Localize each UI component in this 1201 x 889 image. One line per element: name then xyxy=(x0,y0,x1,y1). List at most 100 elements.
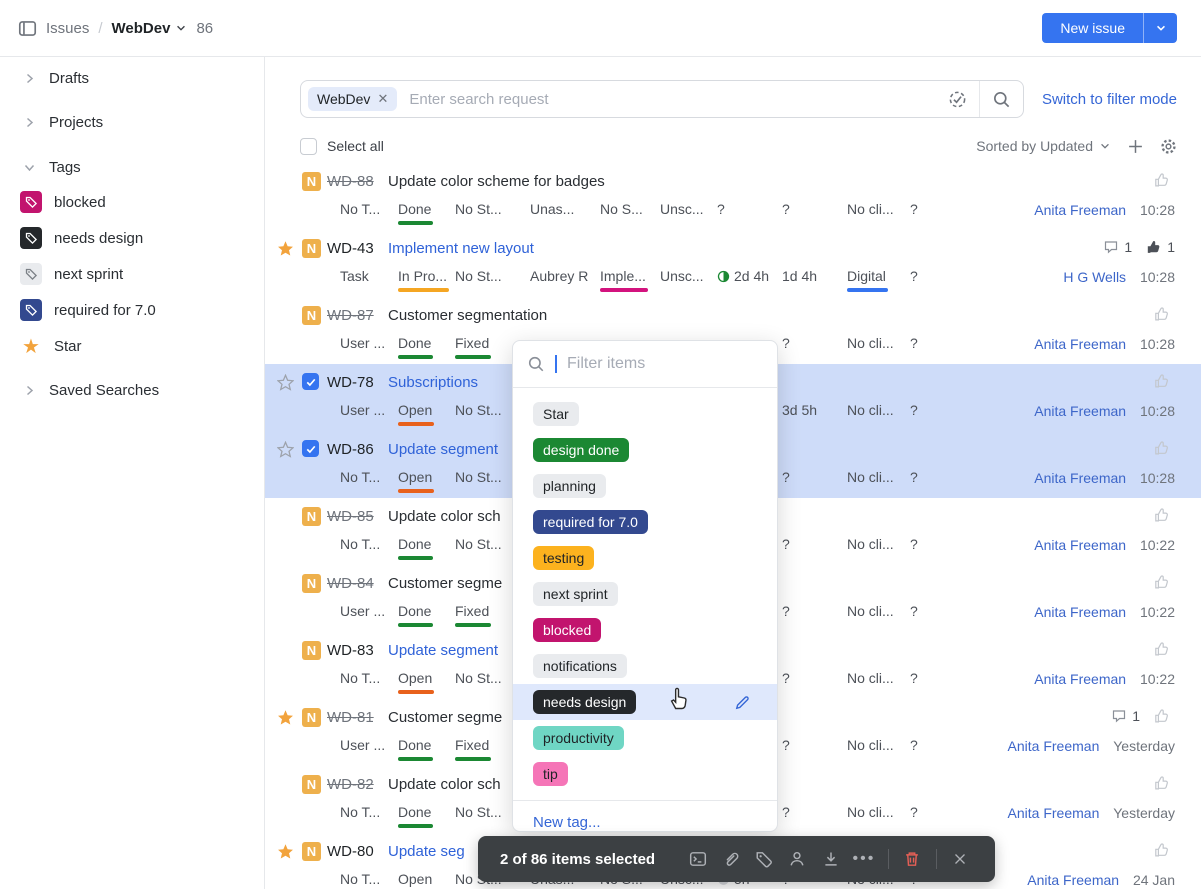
issue-id[interactable]: WD-88 xyxy=(327,173,374,190)
issue-id[interactable]: WD-84 xyxy=(327,575,374,592)
updater-name[interactable]: Anita Freeman xyxy=(1034,470,1126,486)
updater-name[interactable]: Anita Freeman xyxy=(1027,872,1119,888)
search-icon[interactable] xyxy=(980,81,1023,117)
updater-name[interactable]: Anita Freeman xyxy=(1008,738,1100,754)
more-actions-button[interactable]: ••• xyxy=(847,850,880,868)
sidebar-item-star[interactable]: ★ Star xyxy=(0,331,264,361)
tag-option-testing[interactable]: testing xyxy=(513,540,777,576)
edit-tag-pencil-icon[interactable] xyxy=(734,694,751,711)
issue-title[interactable]: Implement new layout xyxy=(388,240,534,257)
issue-id[interactable]: WD-43 xyxy=(327,240,374,257)
updater-name[interactable]: Anita Freeman xyxy=(1034,336,1126,352)
tag-option-blocked[interactable]: blocked xyxy=(513,612,777,648)
issue-checkbox[interactable] xyxy=(302,440,319,457)
breadcrumb-project[interactable]: WebDev xyxy=(112,20,188,37)
tag-button[interactable] xyxy=(748,850,781,868)
like-count[interactable] xyxy=(1154,507,1175,523)
new-issue-button[interactable]: New issue xyxy=(1042,13,1143,43)
spell-check-icon[interactable] xyxy=(936,81,979,117)
close-selection-button[interactable] xyxy=(944,851,977,867)
issue-title[interactable]: Subscriptions xyxy=(388,374,478,391)
panel-toggle-icon[interactable] xyxy=(18,19,37,38)
export-button[interactable] xyxy=(814,850,847,868)
new-issue-dropdown-button[interactable] xyxy=(1143,13,1177,43)
issue-title[interactable]: Update segment xyxy=(388,642,498,659)
command-dialog-button[interactable] xyxy=(681,850,714,868)
select-all-checkbox[interactable]: Select all xyxy=(300,138,384,155)
star-icon[interactable] xyxy=(277,374,295,396)
issue-title[interactable]: Update color sch xyxy=(388,508,501,525)
chip-remove-icon[interactable]: ✕ xyxy=(377,91,388,107)
issue-id[interactable]: WD-83 xyxy=(327,642,374,659)
like-count[interactable] xyxy=(1154,842,1175,858)
like-count[interactable] xyxy=(1154,373,1175,389)
like-count[interactable] xyxy=(1154,574,1175,590)
issue-fields[interactable]: TaskIn Pro...No St...Aubrey RImple...Uns… xyxy=(340,268,940,284)
star-icon[interactable] xyxy=(277,843,295,865)
like-count[interactable] xyxy=(1154,172,1175,188)
delete-button[interactable] xyxy=(896,850,929,868)
issue-title[interactable]: Update color scheme for badges xyxy=(388,173,605,190)
issue-id[interactable]: WD-85 xyxy=(327,508,374,525)
tag-option-required-for-7-0[interactable]: required for 7.0 xyxy=(513,504,777,540)
star-icon[interactable] xyxy=(277,240,295,262)
like-count[interactable] xyxy=(1154,775,1175,791)
sidebar-item-tag-required-for-7-0[interactable]: required for 7.0 xyxy=(0,295,264,325)
tag-option-needs-design[interactable]: needs design xyxy=(513,684,777,720)
tag-filter-input[interactable]: Filter items xyxy=(513,341,777,388)
issue-fields[interactable]: No T...DoneNo St...Unas...No S...Unsc...… xyxy=(340,201,940,217)
comment-count[interactable]: 1 xyxy=(1111,708,1140,724)
issue-id[interactable]: WD-82 xyxy=(327,776,374,793)
breadcrumb-issues[interactable]: Issues xyxy=(46,20,89,37)
issue-row[interactable]: N WD-88 Update color scheme for badges N… xyxy=(265,163,1201,230)
sidebar-item-drafts[interactable]: Drafts xyxy=(0,63,264,93)
issue-id[interactable]: WD-87 xyxy=(327,307,374,324)
issue-id[interactable]: WD-78 xyxy=(327,374,374,391)
tag-option-planning[interactable]: planning xyxy=(513,468,777,504)
sidebar-item-tag-next-sprint[interactable]: next sprint xyxy=(0,259,264,289)
tag-option-design-done[interactable]: design done xyxy=(513,432,777,468)
star-icon[interactable] xyxy=(277,709,295,731)
search-input[interactable]: WebDev ✕ Enter search request xyxy=(300,80,1024,118)
new-tag-link[interactable]: New tag... xyxy=(533,814,601,831)
like-count[interactable] xyxy=(1154,440,1175,456)
issue-row[interactable]: N WD-43 Implement new layout 1 1 TaskIn … xyxy=(265,230,1201,297)
star-icon[interactable] xyxy=(277,441,295,463)
sidebar-item-projects[interactable]: Projects xyxy=(0,107,264,137)
issue-id[interactable]: WD-80 xyxy=(327,843,374,860)
like-count[interactable] xyxy=(1154,708,1175,724)
issue-title[interactable]: Update seg xyxy=(388,843,465,860)
updater-name[interactable]: Anita Freeman xyxy=(1008,805,1100,821)
tag-option-Star[interactable]: Star xyxy=(513,396,777,432)
tag-option-productivity[interactable]: productivity xyxy=(513,720,777,756)
updater-name[interactable]: Anita Freeman xyxy=(1034,671,1126,687)
issue-title[interactable]: Update segment xyxy=(388,441,498,458)
issue-title[interactable]: Update color sch xyxy=(388,776,501,793)
tag-option-next-sprint[interactable]: next sprint xyxy=(513,576,777,612)
issue-title[interactable]: Customer segme xyxy=(388,575,502,592)
issue-id[interactable]: WD-81 xyxy=(327,709,374,726)
updater-name[interactable]: Anita Freeman xyxy=(1034,202,1126,218)
issue-title[interactable]: Customer segme xyxy=(388,709,502,726)
issue-title[interactable]: Customer segmentation xyxy=(388,307,547,324)
assignee-button[interactable] xyxy=(781,850,814,868)
updater-name[interactable]: Anita Freeman xyxy=(1034,537,1126,553)
comment-count[interactable]: 1 xyxy=(1103,239,1132,255)
sort-dropdown[interactable]: Sorted by Updated xyxy=(976,138,1111,154)
sidebar-section-tags[interactable]: Tags xyxy=(0,152,264,182)
sidebar-item-tag-needs-design[interactable]: needs design xyxy=(0,223,264,253)
switch-to-filter-mode-link[interactable]: Switch to filter mode xyxy=(1042,91,1177,108)
updater-name[interactable]: H G Wells xyxy=(1063,269,1126,285)
tag-option-tip[interactable]: tip xyxy=(513,756,777,792)
checkbox[interactable] xyxy=(300,138,317,155)
add-column-button[interactable] xyxy=(1127,138,1144,155)
tag-option-notifications[interactable]: notifications xyxy=(513,648,777,684)
sidebar-item-tag-blocked[interactable]: blocked xyxy=(0,187,264,217)
updater-name[interactable]: Anita Freeman xyxy=(1034,604,1126,620)
sidebar-item-saved-searches[interactable]: Saved Searches xyxy=(0,375,264,405)
issue-checkbox[interactable] xyxy=(302,373,319,390)
like-count[interactable] xyxy=(1154,641,1175,657)
list-settings-button[interactable] xyxy=(1160,138,1177,155)
search-chip-webdev[interactable]: WebDev ✕ xyxy=(308,87,397,111)
updater-name[interactable]: Anita Freeman xyxy=(1034,403,1126,419)
